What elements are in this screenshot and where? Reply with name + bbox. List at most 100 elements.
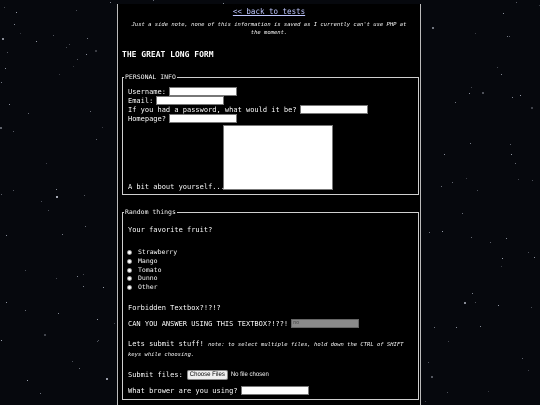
star bbox=[13, 190, 14, 191]
star bbox=[84, 195, 85, 196]
no-file-chosen-text: No file chosen bbox=[230, 372, 269, 378]
fruit-option-mango[interactable]: Mango bbox=[127, 257, 158, 265]
star bbox=[62, 234, 63, 235]
fruit-label: Other bbox=[138, 283, 158, 291]
password-row: If you had a password, what would it be? bbox=[128, 105, 368, 114]
email-input[interactable] bbox=[156, 96, 225, 105]
fruit-option-dunno[interactable]: Dunno bbox=[127, 274, 158, 282]
star bbox=[59, 74, 60, 75]
star bbox=[0, 127, 2, 129]
radio-icon[interactable] bbox=[127, 284, 132, 290]
star bbox=[53, 35, 54, 36]
star bbox=[425, 401, 426, 402]
choose-files-button[interactable]: Choose Files bbox=[186, 370, 228, 380]
star bbox=[13, 131, 14, 132]
random-things-fieldset: Random things Your favorite fruit? Straw… bbox=[122, 209, 419, 400]
username-row: Username: bbox=[128, 87, 237, 96]
star bbox=[77, 59, 78, 60]
star bbox=[522, 358, 523, 359]
radio-icon[interactable] bbox=[127, 267, 132, 273]
star bbox=[69, 44, 70, 45]
star bbox=[40, 393, 41, 394]
star bbox=[506, 238, 507, 239]
star bbox=[44, 334, 46, 336]
star bbox=[58, 313, 59, 314]
star bbox=[528, 370, 529, 371]
star bbox=[448, 341, 449, 342]
star bbox=[83, 274, 84, 275]
star bbox=[428, 362, 429, 363]
back-to-tests-link[interactable]: << back to tests bbox=[233, 7, 305, 16]
forbidden-label: Forbidden Textbox?!?!? bbox=[128, 304, 221, 312]
star bbox=[520, 95, 521, 96]
star bbox=[475, 33, 476, 34]
fruit-option-other[interactable]: Other bbox=[127, 283, 158, 291]
star bbox=[98, 340, 99, 341]
star bbox=[5, 68, 6, 69]
username-input[interactable] bbox=[168, 87, 237, 96]
star bbox=[441, 186, 442, 187]
star bbox=[85, 226, 86, 227]
star bbox=[502, 258, 503, 259]
browser-input[interactable] bbox=[240, 386, 309, 395]
star bbox=[27, 380, 28, 381]
fruit-option-tomato[interactable]: Tomato bbox=[127, 266, 161, 274]
star bbox=[518, 179, 519, 180]
star bbox=[16, 12, 17, 13]
star bbox=[2, 38, 4, 40]
star bbox=[515, 163, 516, 164]
answer-label: CAN YOU ANSWER USING THIS TEXTBOX?!??! bbox=[128, 319, 289, 328]
star bbox=[531, 307, 532, 308]
homepage-input[interactable] bbox=[168, 114, 237, 123]
star bbox=[469, 93, 470, 94]
star bbox=[447, 392, 448, 393]
star bbox=[490, 242, 491, 243]
star bbox=[76, 10, 77, 11]
radio-icon[interactable] bbox=[127, 275, 132, 281]
radio-icon[interactable] bbox=[127, 249, 132, 255]
star bbox=[4, 7, 5, 8]
star bbox=[6, 302, 7, 303]
star bbox=[102, 127, 103, 128]
star bbox=[9, 104, 10, 105]
homepage-label: Homepage? bbox=[128, 114, 166, 123]
star bbox=[475, 302, 476, 303]
radio-icon[interactable] bbox=[127, 258, 132, 264]
fruit-label: Mango bbox=[138, 257, 158, 265]
star bbox=[531, 107, 533, 109]
about-row: A bit about yourself... bbox=[128, 183, 225, 191]
star bbox=[14, 24, 15, 25]
star bbox=[477, 190, 478, 191]
browser-row: What brower are you using? bbox=[128, 386, 309, 395]
star bbox=[97, 341, 98, 342]
star bbox=[56, 189, 57, 190]
star bbox=[87, 38, 88, 39]
star bbox=[1, 194, 2, 195]
fruit-label: Strawberry bbox=[138, 248, 178, 256]
star bbox=[431, 376, 433, 378]
submit-stuff-label: Lets submit stuff! bbox=[128, 340, 204, 348]
star bbox=[503, 13, 504, 14]
homepage-row: Homepage? bbox=[128, 114, 237, 123]
star bbox=[72, 361, 73, 362]
star bbox=[452, 182, 453, 183]
star bbox=[497, 67, 498, 68]
star bbox=[429, 232, 430, 233]
star bbox=[66, 47, 67, 48]
star bbox=[56, 196, 58, 198]
star bbox=[512, 97, 513, 98]
password-input[interactable] bbox=[299, 105, 368, 114]
about-textarea[interactable] bbox=[223, 125, 333, 190]
star bbox=[462, 213, 463, 214]
fruit-question: Your favorite fruit? bbox=[128, 226, 213, 234]
back-link-container: << back to tests bbox=[118, 7, 420, 16]
star bbox=[432, 27, 434, 29]
star bbox=[46, 163, 47, 164]
star bbox=[114, 323, 115, 324]
star bbox=[510, 144, 511, 145]
star bbox=[532, 180, 533, 181]
fruit-option-strawberry[interactable]: Strawberry bbox=[127, 248, 177, 256]
form-page: << back to tests Just a side note, none … bbox=[117, 4, 421, 405]
email-label: Email: bbox=[128, 96, 154, 105]
star bbox=[511, 154, 512, 155]
